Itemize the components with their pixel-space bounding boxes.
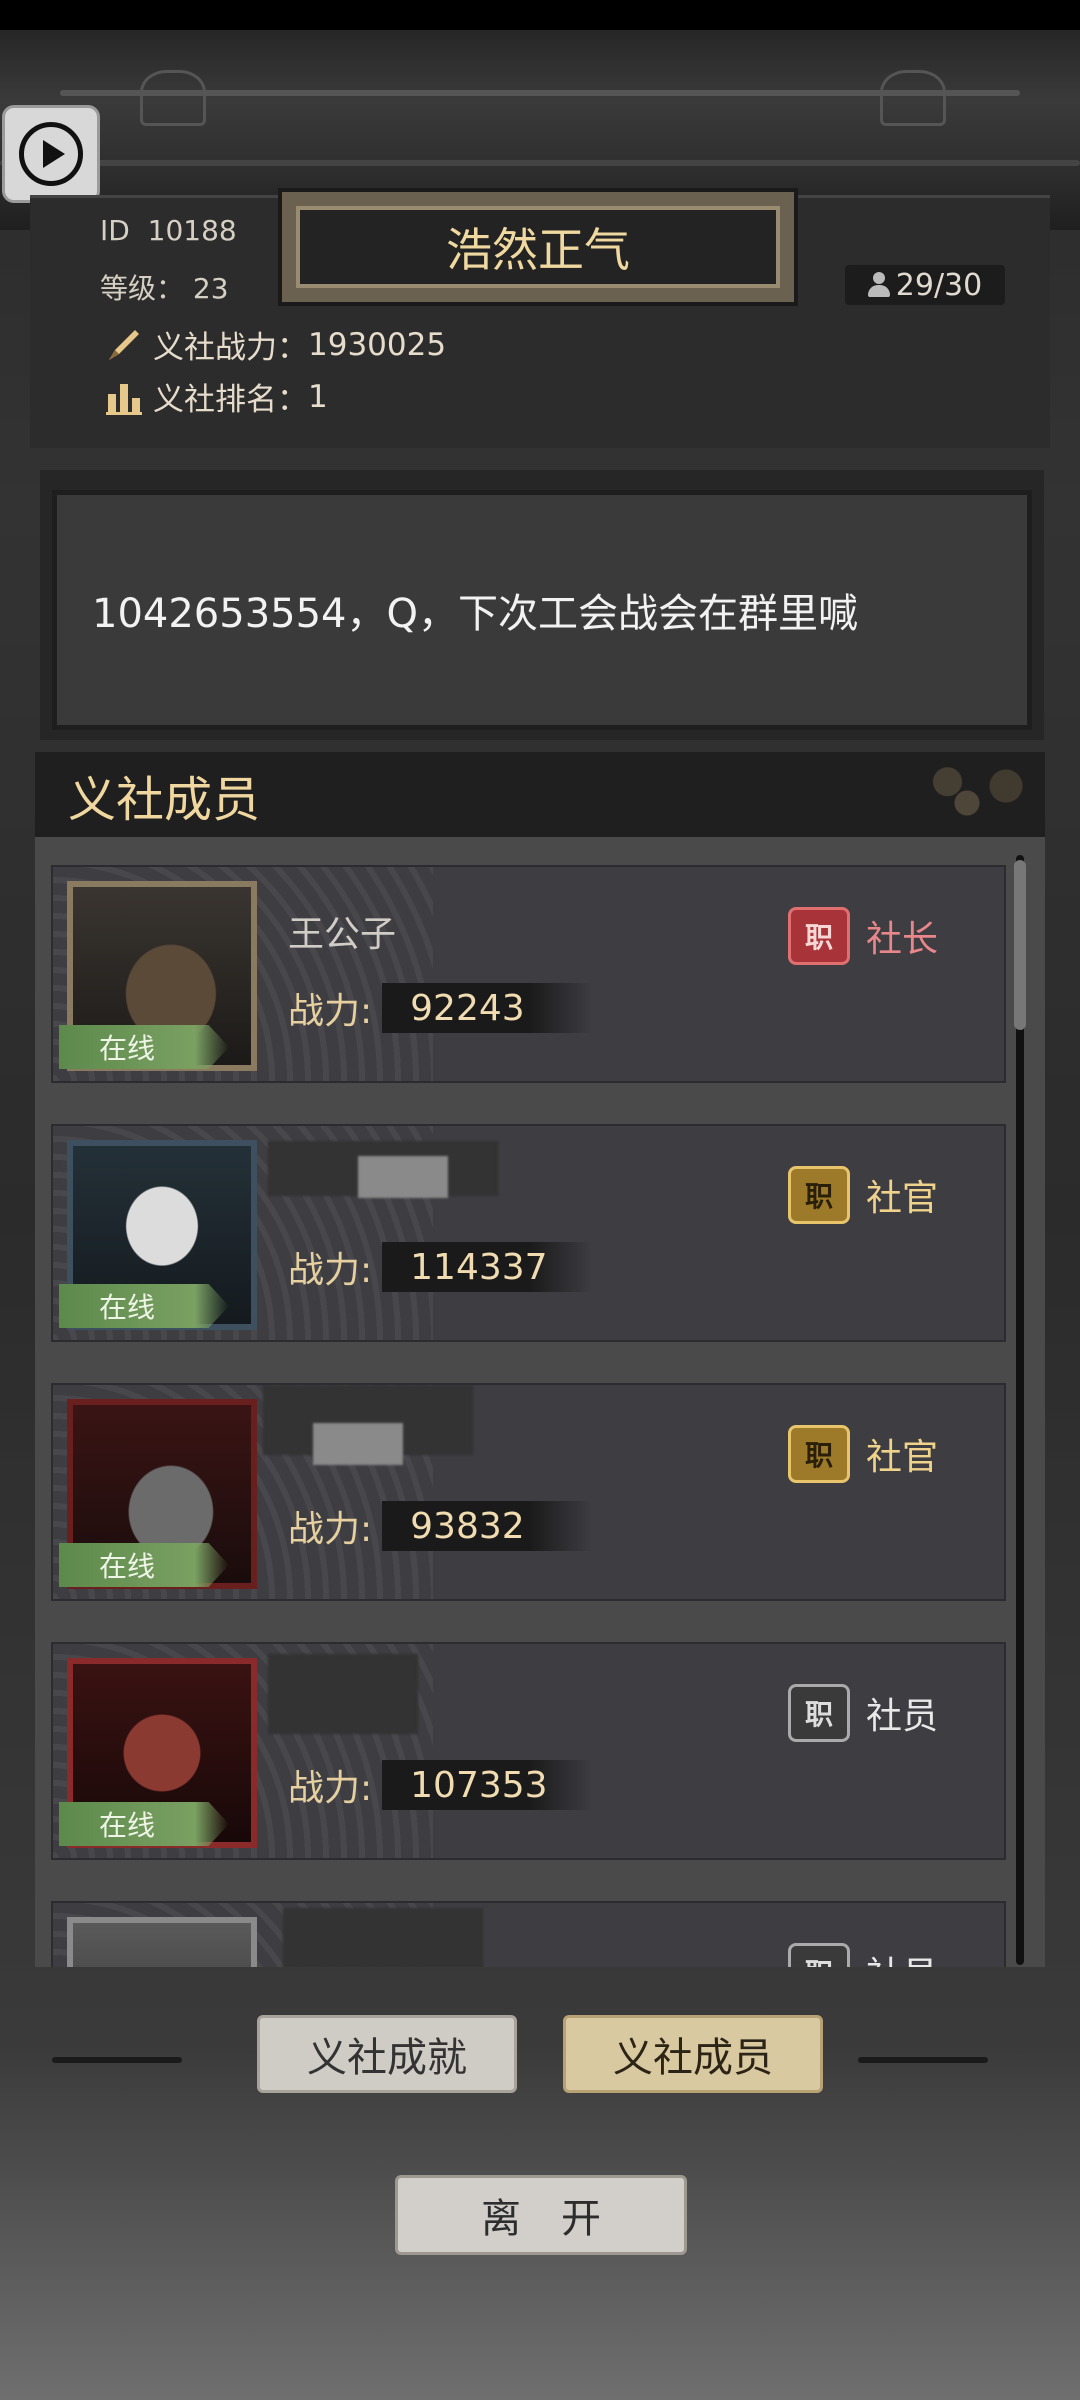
guild-power-label: 义社战力： xyxy=(153,330,308,366)
guild-name-plate: 浩然正气 xyxy=(278,188,798,306)
member-power: 战力: 92243 xyxy=(288,982,593,1034)
member-role: 职 社官 xyxy=(788,1425,938,1483)
power-value: 107353 xyxy=(382,1760,593,1810)
guild-rank-label: 义社排名： xyxy=(153,382,308,418)
online-status: 在线 xyxy=(59,1543,229,1587)
role-badge-icon: 职 xyxy=(788,1943,850,1967)
member-card-member-2[interactable]: 职 社员 xyxy=(51,1901,1006,1967)
leave-button[interactable]: 离开 xyxy=(395,2175,687,2255)
guild-level-label: 等级： xyxy=(100,272,185,305)
guild-id: ID 10188 xyxy=(100,214,237,247)
brush-icon xyxy=(109,329,139,360)
user-icon xyxy=(867,272,890,298)
redacted-name-block xyxy=(313,1423,403,1465)
divider-right xyxy=(858,2057,988,2063)
role-badge-icon: 职 xyxy=(788,907,850,965)
member-power: 战力: 93832 xyxy=(288,1500,593,1552)
member-name: 王公子 xyxy=(288,914,397,955)
redacted-name-block xyxy=(358,1156,448,1198)
power-label: 战力: xyxy=(288,1250,373,1291)
guild-id-label: ID xyxy=(100,214,130,247)
replay-button[interactable] xyxy=(2,105,100,203)
member-section-title: 义社成员 xyxy=(68,772,261,828)
play-icon xyxy=(19,122,83,186)
role-badge-icon: 职 xyxy=(788,1425,850,1483)
roof-eave xyxy=(0,160,1080,166)
online-status: 在线 xyxy=(59,1025,229,1069)
role-label: 社员 xyxy=(866,1946,938,1967)
member-avatar[interactable] xyxy=(67,1917,257,1967)
online-status: 在线 xyxy=(59,1284,229,1328)
divider-left xyxy=(52,2057,182,2063)
member-card-officer-2[interactable]: 在线 战力: 93832 职 社官 xyxy=(51,1383,1006,1601)
status-bar xyxy=(0,0,1080,30)
guild-notice: 1042653554，Q，下次工会战会在群里喊 xyxy=(52,490,1032,730)
guild-name: 浩然正气 xyxy=(296,206,780,288)
guild-power-row: 义社战力： 1930025 xyxy=(105,322,446,367)
bar-chart-icon xyxy=(106,383,142,415)
power-value: 92243 xyxy=(382,983,593,1033)
online-status: 在线 xyxy=(59,1802,229,1846)
guild-id-value: 10188 xyxy=(147,214,237,247)
power-value: 93832 xyxy=(382,1501,593,1551)
member-card-officer-1[interactable]: 在线 战力: 114337 职 社官 xyxy=(51,1124,1006,1342)
role-label: 社官 xyxy=(866,1178,939,1219)
member-role: 职 社长 xyxy=(788,907,938,965)
redacted-name-block xyxy=(268,1654,418,1734)
member-list[interactable]: 在线 王公子 战力: 92243 职 社长 在线 战力: 114337 职 社官… xyxy=(35,837,1045,1967)
member-role: 职 社员 xyxy=(788,1943,938,1967)
tab-guild-achievements[interactable]: 义社成就 xyxy=(257,2015,517,2093)
roof-ornament-left xyxy=(140,70,206,126)
member-power: 战力: 114337 xyxy=(288,1241,593,1293)
member-power: 战力: 107353 xyxy=(288,1759,593,1811)
roof-ornament-right xyxy=(880,70,946,126)
member-count-value: 29/30 xyxy=(895,267,983,303)
member-card-leader[interactable]: 在线 王公子 战力: 92243 职 社长 xyxy=(51,865,1006,1083)
guild-rank-row: 义社排名： 1 xyxy=(105,374,328,419)
guild-rank-value: 1 xyxy=(308,378,328,415)
power-label: 战力: xyxy=(288,991,373,1032)
power-value: 114337 xyxy=(382,1242,593,1292)
role-label: 社员 xyxy=(866,1696,939,1737)
guild-level: 等级： 23 xyxy=(100,267,229,307)
guild-power-value: 1930025 xyxy=(308,326,447,363)
role-badge-icon: 职 xyxy=(788,1684,850,1742)
role-label: 社长 xyxy=(866,919,939,960)
member-count: 29/30 xyxy=(845,265,1005,305)
guild-level-value: 23 xyxy=(192,272,229,305)
power-label: 战力: xyxy=(288,1509,373,1550)
role-label: 社官 xyxy=(866,1437,939,1478)
scrollbar-thumb[interactable] xyxy=(1014,860,1026,1030)
redacted-name-block xyxy=(283,1908,483,1967)
guild-notice-text: 1042653554，Q，下次工会战会在群里喊 xyxy=(92,591,858,637)
cloud-ornament xyxy=(915,752,1045,837)
role-badge-icon: 职 xyxy=(788,1166,850,1224)
member-role: 职 社官 xyxy=(788,1166,938,1224)
member-card-member-1[interactable]: 在线 战力: 107353 职 社员 xyxy=(51,1642,1006,1860)
power-label: 战力: xyxy=(288,1768,373,1809)
tab-guild-members[interactable]: 义社成员 xyxy=(563,2015,823,2093)
member-role: 职 社员 xyxy=(788,1684,938,1742)
